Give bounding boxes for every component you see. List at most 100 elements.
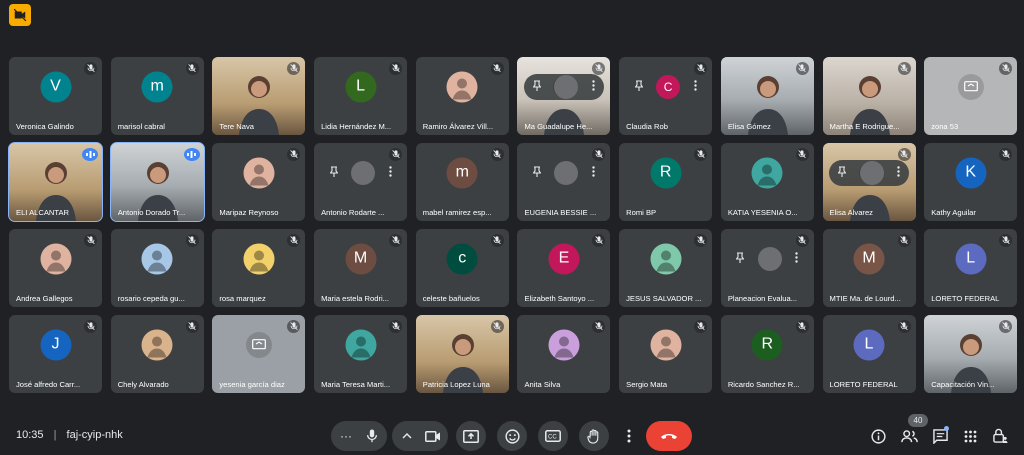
people-button[interactable]: [900, 427, 918, 445]
chevron-up-icon[interactable]: [394, 433, 420, 439]
participant-tile[interactable]: Planeacion Evalua...: [720, 229, 814, 307]
participant-tile[interactable]: ELI ALCANTAR: [8, 142, 103, 222]
mic-off-icon: [389, 320, 403, 333]
participant-name: Capacitación Vin...: [931, 380, 995, 389]
pin-icon[interactable]: [328, 164, 339, 182]
participant-tile[interactable]: EUGENIA BESSIE ...: [517, 143, 611, 221]
camera-icon[interactable]: [420, 430, 446, 442]
participant-tile[interactable]: Patricia Lopez Luna: [415, 315, 509, 393]
more-vertical-icon: [627, 429, 631, 443]
present-icon: [463, 429, 479, 443]
participant-name: Lidia Hernández M...: [321, 122, 392, 131]
pin-icon[interactable]: [532, 164, 542, 182]
participant-tile[interactable]: Anita Silva: [517, 315, 611, 393]
participant-tile[interactable]: Maria Teresa Marti...: [314, 315, 408, 393]
pin-icon[interactable]: [837, 164, 847, 182]
end-call-button[interactable]: [646, 421, 692, 451]
participant-tile[interactable]: rosario cepeda gu...: [110, 229, 204, 307]
participant-grid: V Veronica Galindo m marisol cabral Tere Nav…: [8, 57, 1018, 393]
more-vertical-icon[interactable]: [897, 164, 900, 182]
pin-icon[interactable]: [634, 78, 644, 96]
mic-off-icon: [592, 148, 606, 161]
mic-off-icon: [897, 234, 911, 247]
pin-icon[interactable]: [735, 250, 745, 268]
emoji-button[interactable]: [497, 421, 527, 451]
hand-icon: [587, 428, 599, 444]
participant-tile[interactable]: J José alfredo Carr...: [9, 315, 102, 393]
participant-tile[interactable]: Antonio Rodarte ...: [314, 143, 408, 221]
avatar: [859, 160, 884, 185]
participant-name: Elisa Alvarez: [829, 208, 873, 217]
participant-name: Ramiro Álvarez Vill...: [422, 122, 494, 131]
participant-tile[interactable]: Sergio Mata: [619, 315, 713, 393]
participant-tile[interactable]: Ma Guadalupe He...: [517, 57, 611, 135]
participant-tile[interactable]: Tere Nava: [212, 57, 306, 135]
participant-tile[interactable]: Elisa Gómez: [720, 57, 814, 135]
participant-tile[interactable]: M Maria estela Rodri...: [314, 229, 408, 307]
participant-tile[interactable]: rosa marquez: [212, 229, 306, 307]
more-vertical-icon[interactable]: [592, 78, 595, 96]
meeting-info: 10:35 | faj-cyip-nhk: [16, 429, 123, 441]
participant-tile[interactable]: V Veronica Galindo: [9, 57, 102, 135]
participant-tile[interactable]: Chely Alvarado: [110, 315, 204, 393]
mic-off-icon: [897, 62, 911, 75]
participant-tile[interactable]: L LORETO FEDERAL: [822, 315, 916, 393]
mic-off-icon: [999, 234, 1013, 247]
participant-tile[interactable]: yesenia garcía diaz: [212, 315, 306, 393]
participant-tile[interactable]: Andrea Gallegos: [9, 229, 102, 307]
participant-tile[interactable]: E Elizabeth Santoyo ...: [517, 229, 611, 307]
pin-icon[interactable]: [532, 78, 542, 96]
mic-off-icon: [287, 320, 301, 333]
mic-off-icon: [185, 320, 199, 333]
participant-tile[interactable]: M MTIE Ma. de Lourd...: [822, 229, 916, 307]
captions-button[interactable]: CC: [538, 421, 568, 451]
participant-tile[interactable]: zona 53: [924, 57, 1018, 135]
participant-tile[interactable]: L Lidia Hernández M...: [314, 57, 408, 135]
participant-name: celeste bañuelos: [422, 294, 480, 303]
more-options-button[interactable]: [620, 421, 638, 451]
participant-tile[interactable]: KATIA YESENIA O...: [720, 143, 814, 221]
avatar-image: [345, 329, 377, 361]
participant-name: JESUS SALVADOR ...: [626, 294, 702, 303]
participant-tile[interactable]: m mabel ramirez esp...: [415, 143, 509, 221]
participant-tile[interactable]: c celeste bañuelos: [415, 229, 509, 307]
participant-tile[interactable]: JESUS SALVADOR ...: [619, 229, 713, 307]
participant-name: Maria estela Rodri...: [321, 294, 390, 303]
avatar: [554, 74, 579, 99]
mic-group: ···: [331, 421, 387, 451]
mic-off-icon: [84, 62, 97, 75]
participant-tile[interactable]: K Kathy Aguilar: [924, 143, 1018, 221]
participant-name: rosa marquez: [219, 294, 266, 303]
raise-hand-button[interactable]: [579, 421, 609, 451]
captions-icon: CC: [545, 430, 561, 442]
participant-tile[interactable]: Elisa Alvarez: [822, 143, 916, 221]
present-button[interactable]: [456, 421, 486, 451]
recording-off-badge[interactable]: [9, 4, 31, 26]
participant-tile[interactable]: R Romi BP: [619, 143, 713, 221]
participant-name: Antonio Dorado Tr...: [117, 208, 186, 217]
people-icon: [900, 429, 918, 442]
more-vertical-icon[interactable]: [388, 164, 392, 182]
avatar: L: [345, 71, 377, 103]
chat-button[interactable]: [931, 426, 949, 445]
participant-name: Elizabeth Santoyo ...: [524, 294, 595, 303]
participant-tile[interactable]: L LORETO FEDERAL: [924, 229, 1018, 307]
participant-tile[interactable]: R Ricardo Sanchez R...: [720, 315, 814, 393]
more-horizontal-icon[interactable]: ···: [333, 429, 359, 443]
participant-tile[interactable]: Ramiro Álvarez Vill...: [415, 57, 509, 135]
mic-off-icon: [694, 234, 708, 247]
more-vertical-icon[interactable]: [592, 164, 595, 182]
more-vertical-icon[interactable]: [693, 78, 697, 96]
activities-button[interactable]: [961, 427, 979, 445]
mic-icon[interactable]: [359, 429, 385, 443]
participant-tile[interactable]: Martha E Rodrigue...: [822, 57, 916, 135]
participant-tile[interactable]: Maripaz Reynoso: [212, 143, 306, 221]
host-controls-button[interactable]: [991, 427, 1009, 445]
participant-tile[interactable]: m marisol cabral: [110, 57, 204, 135]
participant-name: Sergio Mata: [626, 380, 668, 389]
participant-tile[interactable]: Antonio Dorado Tr...: [109, 142, 205, 222]
participant-tile[interactable]: Capacitación Vin...: [924, 315, 1018, 393]
meeting-details-button[interactable]: [869, 427, 887, 445]
more-vertical-icon[interactable]: [795, 250, 799, 268]
participant-tile[interactable]: C Claudia Rob: [619, 57, 713, 135]
